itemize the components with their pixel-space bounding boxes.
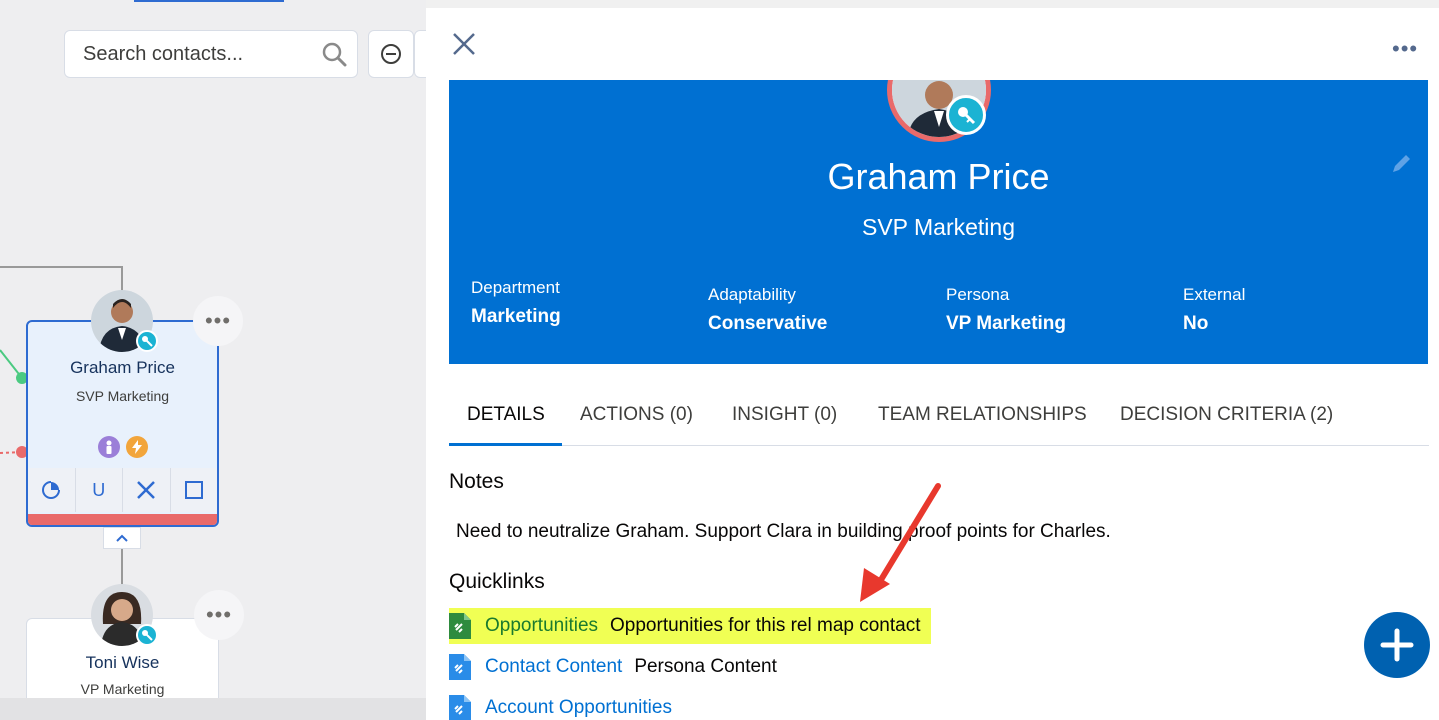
search-contacts-box[interactable] [64, 30, 358, 78]
close-icon [137, 481, 156, 499]
field-value: VP Marketing [946, 313, 1067, 334]
relationship-map-canvas[interactable]: Graham Price SVP Marketing U [0, 0, 426, 720]
contact-name: Toni Wise [85, 653, 160, 672]
key-icon [136, 330, 158, 352]
refresh-action-button[interactable] [28, 468, 76, 512]
profile-name: Graham Price [827, 156, 1050, 197]
panel-menu-button[interactable]: ••• [1392, 36, 1418, 62]
card-more-button[interactable]: ••• [193, 296, 243, 346]
field-persona: Persona VP Marketing [946, 285, 1066, 335]
search-icon[interactable] [321, 41, 347, 67]
field-value: Conservative [708, 313, 828, 334]
persona-icon [97, 436, 120, 458]
add-button[interactable] [1364, 612, 1430, 678]
active-view-indicator [134, 0, 284, 2]
u-action-button[interactable]: U [76, 468, 123, 512]
key-icon [136, 624, 158, 646]
quicklink-description: Opportunities for this rel map contact [610, 615, 921, 636]
square-action-button[interactable] [171, 468, 218, 512]
tab-decision-criteria[interactable]: DECISION CRITERIA (2) [1120, 404, 1333, 426]
tab-insight[interactable]: INSIGHT (0) [732, 404, 837, 426]
connector-line [121, 266, 123, 292]
quicklink-description: Persona Content [634, 656, 777, 677]
quicklink-item: Contact Content Persona Content [449, 649, 777, 685]
collapse-button[interactable] [103, 527, 141, 549]
chevron-up-icon [116, 534, 128, 542]
zoom-out-button[interactable] [368, 30, 414, 78]
field-value: No [1183, 313, 1209, 334]
field-value: Marketing [471, 306, 561, 327]
tab-details[interactable]: DETAILS [467, 404, 545, 426]
blue-doc-link-icon [449, 695, 471, 720]
contact-name: Graham Price [70, 358, 175, 377]
green-doc-link-icon [449, 613, 471, 639]
contact-detail-panel: ••• Graham Price SVP Marketing Departmen… [426, 8, 1439, 720]
refresh-icon [42, 481, 61, 499]
field-label: Department [471, 278, 560, 297]
minus-circle-icon [381, 44, 401, 64]
contact-title: SVP Marketing [75, 388, 170, 404]
field-department: Department Marketing [471, 278, 561, 328]
notes-text: Need to neutralize Graham. Support Clara… [456, 521, 1111, 542]
search-input[interactable] [65, 31, 305, 77]
connector-line [0, 266, 122, 268]
notes-heading: Notes [449, 470, 504, 493]
canvas-footer [0, 698, 426, 720]
profile-title: SVP Marketing [862, 214, 1015, 240]
field-adaptability: Adaptability Conservative [708, 285, 827, 335]
quicklinks-heading: Quicklinks [449, 570, 545, 593]
lightning-icon [125, 436, 148, 458]
remove-action-button[interactable] [123, 468, 171, 512]
tab-team-relationships[interactable]: TEAM RELATIONSHIPS [878, 404, 1087, 426]
detail-tabs: DETAILS ACTIONS (0) INSIGHT (0) TEAM REL… [449, 394, 1429, 446]
card-more-button[interactable]: ••• [194, 590, 244, 640]
plus-icon [1380, 628, 1414, 662]
zoom-in-button[interactable] [414, 30, 426, 78]
field-label: External [1183, 285, 1246, 304]
field-external: External No [1183, 285, 1245, 335]
quicklink-item: Opportunities Opportunities for this rel… [449, 608, 931, 644]
quicklink-item: Account Opportunities [449, 690, 684, 720]
u-action-label: U [92, 479, 106, 500]
quicklink-account-opportunities[interactable]: Account Opportunities [485, 697, 672, 719]
contact-title: VP Marketing [80, 681, 165, 697]
field-label: Adaptability [708, 285, 796, 304]
quicklink-contact-content[interactable]: Contact Content [485, 656, 622, 678]
influence-bar [28, 514, 217, 525]
connector-line [121, 548, 123, 588]
profile-header: Graham Price SVP Marketing Department Ma… [449, 80, 1428, 364]
field-label: Persona [946, 285, 1010, 304]
tab-actions[interactable]: ACTIONS (0) [580, 404, 693, 426]
square-icon [184, 481, 203, 499]
pencil-icon[interactable] [1389, 152, 1413, 176]
close-icon[interactable] [450, 30, 478, 58]
key-icon [946, 95, 986, 135]
quicklink-opportunities[interactable]: Opportunities [485, 615, 598, 637]
active-tab-indicator [449, 443, 562, 446]
blue-doc-link-icon [449, 654, 471, 680]
